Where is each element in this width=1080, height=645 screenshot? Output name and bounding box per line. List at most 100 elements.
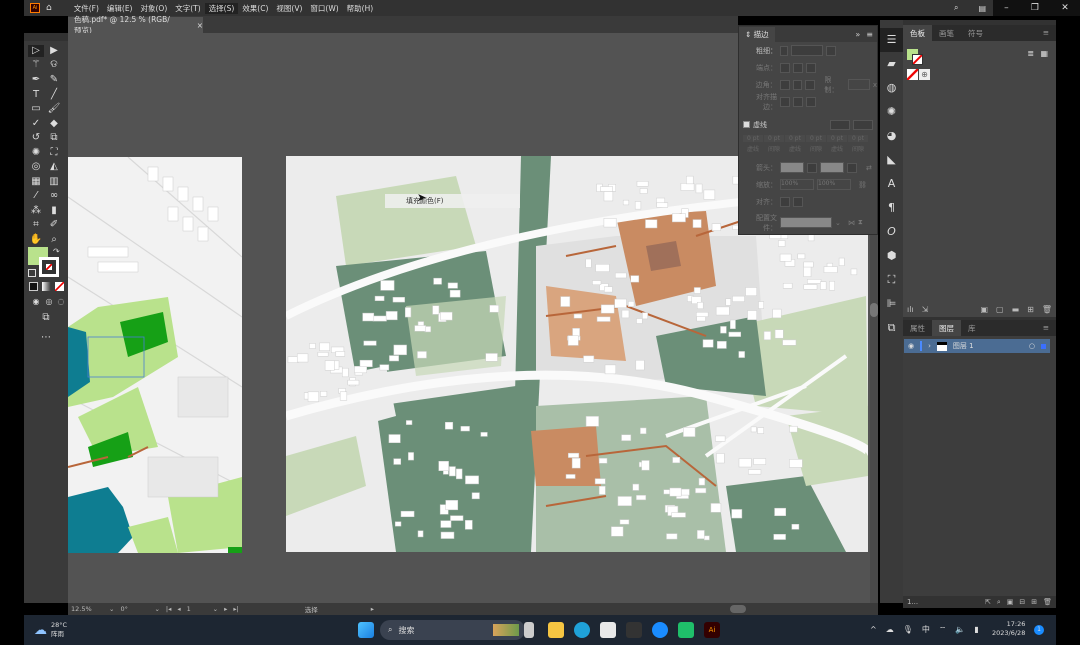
menu-item-6[interactable]: 视图(V) <box>272 3 306 14</box>
rectangle-tool-icon[interactable]: ▭ <box>28 103 44 115</box>
line-tool-icon[interactable]: ╱ <box>46 89 62 101</box>
menu-item-0[interactable]: 文件(F) <box>70 3 103 14</box>
limit-input[interactable] <box>848 79 870 90</box>
clock[interactable]: 17:26 2023/6/28 <box>992 620 1025 638</box>
app-icon-cube[interactable] <box>626 622 642 638</box>
wifi-icon[interactable]: ⌔ <box>939 625 947 635</box>
profile-select[interactable] <box>780 217 832 228</box>
none-swatch[interactable] <box>907 69 918 80</box>
new-swatch-icon[interactable]: ⊞ <box>1027 305 1034 314</box>
home-icon[interactable]: ⌂ <box>46 3 52 13</box>
visibility-eye-icon[interactable]: ◉ <box>908 342 914 350</box>
stroke-panel-tab[interactable]: ⇕ 描边 <box>739 26 775 42</box>
link-scale-icon[interactable]: ⛓ <box>858 181 867 189</box>
tab-layers_panel-0[interactable]: 属性 <box>903 320 932 336</box>
target-icon[interactable]: ○ <box>1029 342 1035 350</box>
opentype-icon[interactable]: O <box>880 220 903 244</box>
expand-layer-icon[interactable]: › <box>928 342 931 350</box>
store-icon[interactable] <box>600 622 616 638</box>
collapse-panel-icon[interactable]: » <box>855 30 860 39</box>
menu-item-1[interactable]: 编辑(E) <box>103 3 137 14</box>
grid-view-icon[interactable]: ▦ <box>1040 49 1048 58</box>
draw-inside-icon[interactable]: ◌ <box>53 296 69 308</box>
gradient-mode-icon[interactable] <box>42 282 51 291</box>
swap-arrows-icon[interactable]: ⇄ <box>866 164 872 172</box>
graphic-styles-icon[interactable]: ⬢ <box>880 244 903 268</box>
graph-tool-icon[interactable]: ▮ <box>46 205 62 217</box>
arrow-align-end-button[interactable] <box>793 196 803 207</box>
free-transform-icon[interactable]: ⛶ <box>46 147 62 159</box>
bevel-join-button[interactable] <box>805 79 816 90</box>
task-view-icon[interactable] <box>524 622 534 638</box>
align-outside-button[interactable] <box>806 96 816 107</box>
character-icon[interactable]: A <box>880 172 903 196</box>
taskbar-search[interactable]: ⌕ 搜索 <box>380 620 525 640</box>
eraser-icon[interactable]: ◆ <box>46 118 62 130</box>
restore-button[interactable]: ❐ <box>1031 3 1039 13</box>
dash-input-1[interactable]: 0 pt <box>764 134 784 142</box>
tab-swatches_panel-0[interactable]: 色板 <box>903 25 932 41</box>
end-scale-input[interactable]: 100% <box>817 179 851 190</box>
flip-vertical-icon[interactable]: ⧗ <box>858 218 863 227</box>
pen-tool-icon[interactable]: ✒ <box>28 74 44 86</box>
pathfinder-icon[interactable]: ⧉ <box>880 316 903 340</box>
dashed-line-checkbox[interactable] <box>743 121 750 128</box>
minimize-button[interactable]: – <box>1004 3 1009 13</box>
zoom-tool-icon[interactable]: ⌕ <box>46 234 62 246</box>
clipping-mask-icon[interactable]: ▣ <box>1007 598 1014 606</box>
color-icon[interactable]: ✺ <box>880 100 903 124</box>
none-mode-icon[interactable] <box>55 282 64 291</box>
tab-layers_panel-2[interactable]: 库 <box>961 320 983 336</box>
swatch-libraries-icon[interactable]: ılı <box>907 305 914 314</box>
weight-dropdown[interactable] <box>826 45 836 56</box>
start-button[interactable] <box>358 622 374 638</box>
place-swatches-icon[interactable]: ⇲ <box>922 305 929 314</box>
close-window-button[interactable]: ✕ <box>1061 3 1069 13</box>
zoom-dropdown-icon[interactable]: ⌄ <box>109 605 114 613</box>
swap-colors-icon[interactable]: ↷ <box>53 247 60 256</box>
artboard-left[interactable] <box>68 157 242 553</box>
blend-tool-icon[interactable]: ∞ <box>46 190 62 202</box>
rotation-select[interactable]: 0° <box>120 605 148 613</box>
zoom-select[interactable]: 12.5% <box>71 605 103 613</box>
arrow-align-tip-button[interactable] <box>780 196 790 207</box>
menu-item-3[interactable]: 文字(T) <box>171 3 204 14</box>
menu-item-7[interactable]: 窗口(W) <box>306 3 342 14</box>
notification-badge[interactable]: 1 <box>1034 625 1044 635</box>
menu-item-2[interactable]: 对象(O) <box>136 3 171 14</box>
dash-input-0[interactable]: 0 pt <box>743 134 763 142</box>
start-arrow-dropdown[interactable] <box>807 162 817 173</box>
round-cap-button[interactable] <box>793 62 803 73</box>
vertical-scrollbar[interactable] <box>870 233 878 603</box>
magic-wand-icon[interactable]: ⚚ <box>28 59 44 71</box>
profile-dropdown-icon[interactable]: ⌄ <box>835 219 841 227</box>
round-join-button[interactable] <box>792 79 803 90</box>
transform-icon[interactable]: ⛶ <box>880 268 903 292</box>
start-scale-input[interactable]: 100% <box>780 179 814 190</box>
battery-icon[interactable]: ▮ <box>974 625 978 634</box>
app-icon-green[interactable] <box>678 622 694 638</box>
perspective-grid-icon[interactable]: ◭ <box>46 161 62 173</box>
weather-widget[interactable]: ☁ 28°C 阵雨 <box>34 621 67 639</box>
dash-input-3[interactable]: 0 pt <box>806 134 826 142</box>
properties-icon[interactable]: ☰ <box>880 28 903 52</box>
curvature-tool-icon[interactable]: ✎ <box>46 74 62 86</box>
dash-preserve-button[interactable] <box>830 119 850 130</box>
horizontal-scrollbar[interactable] <box>380 605 864 613</box>
menu-item-4[interactable]: 选择(S) <box>204 2 239 14</box>
weight-input[interactable] <box>791 45 823 56</box>
new-sublayer-icon[interactable]: ⊟ <box>1019 598 1025 606</box>
panel-menu-icon[interactable]: ≡ <box>1036 320 1056 336</box>
locate-object-icon[interactable]: ⌕ <box>997 598 1001 607</box>
square-cap-button[interactable] <box>806 62 816 73</box>
symbol-sprayer-icon[interactable]: ⁂ <box>28 205 44 217</box>
shape-builder-icon[interactable]: ◎ <box>28 161 44 173</box>
selection-tool-icon[interactable]: ▷ <box>28 45 44 57</box>
artboard-number[interactable]: 1 <box>187 605 207 613</box>
appearance-icon[interactable]: ◍ <box>880 76 903 100</box>
end-arrow-select[interactable] <box>820 162 844 173</box>
paragraph-icon[interactable]: ¶ <box>880 196 903 220</box>
panel-menu-icon[interactable]: ≡ <box>1036 25 1056 41</box>
last-artboard-button[interactable]: ▸| <box>233 605 238 613</box>
start-arrow-select[interactable] <box>780 162 804 173</box>
